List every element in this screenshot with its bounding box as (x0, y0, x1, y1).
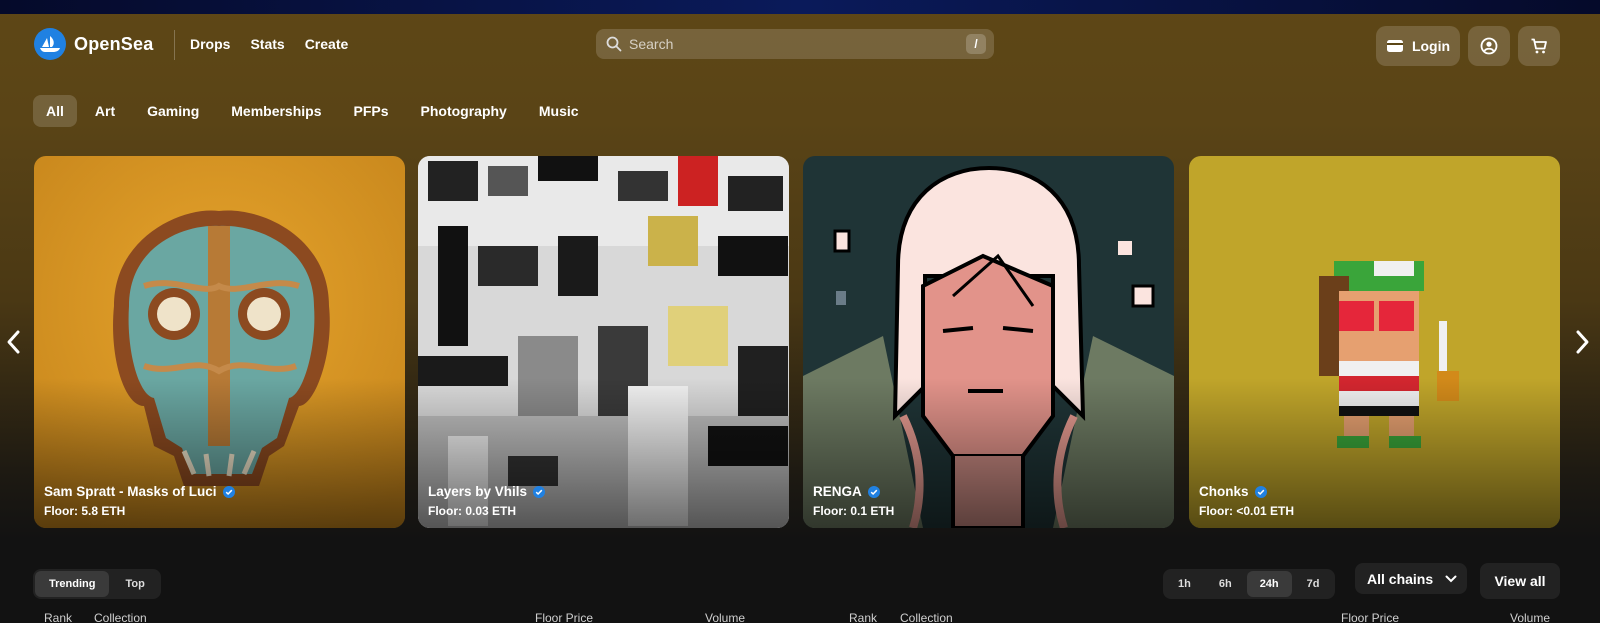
nav-create[interactable]: Create (305, 36, 349, 52)
user-icon (1480, 37, 1498, 55)
search-shortcut-key: / (966, 34, 986, 54)
header-divider (174, 30, 175, 60)
opensea-logo-icon (34, 28, 66, 60)
verified-badge-icon (533, 485, 546, 498)
collection-title: Layers by Vhils (428, 484, 546, 499)
chain-filter-dropdown[interactable]: All chains (1355, 563, 1467, 594)
featured-carousel: Sam Spratt - Masks of Luci Floor: 5.8 ET… (0, 156, 1600, 528)
featured-card[interactable]: RENGA Floor: 0.1 ETH (803, 156, 1174, 528)
chevron-down-icon (1445, 575, 1457, 582)
column-floor-price: Floor Price (535, 611, 594, 623)
featured-card[interactable]: Chonks Floor: <0.01 ETH (1189, 156, 1560, 528)
collection-name: Chonks (1199, 484, 1249, 499)
floor-price: Floor: 0.1 ETH (813, 504, 895, 518)
column-rank: Rank (849, 611, 878, 623)
category-photography[interactable]: Photography (407, 95, 521, 127)
login-button[interactable]: Login (1376, 26, 1460, 66)
time-range-tabs: 1h 6h 24h 7d (1163, 569, 1335, 599)
category-tabs: All Art Gaming Memberships PFPs Photogra… (33, 95, 593, 127)
column-floor-price: Floor Price (1341, 611, 1400, 623)
chain-filter-label: All chains (1367, 570, 1434, 587)
header: OpenSea Drops Stats Create / Login (34, 26, 1566, 66)
opensea-logo[interactable]: OpenSea (34, 28, 153, 60)
carousel-prev-chevron-icon[interactable] (4, 326, 24, 358)
cart-button[interactable] (1518, 26, 1560, 66)
collection-name: Sam Spratt - Masks of Luci (44, 484, 217, 499)
time-6h[interactable]: 6h (1206, 571, 1245, 597)
browser-top-strip (0, 0, 1600, 14)
time-24h[interactable]: 24h (1246, 571, 1292, 597)
collection-title: RENGA (813, 484, 880, 499)
category-gaming[interactable]: Gaming (133, 95, 213, 127)
collection-name: Layers by Vhils (428, 484, 528, 499)
view-all-button[interactable]: View all (1480, 563, 1560, 599)
collection-title: Chonks (1199, 484, 1267, 499)
account-button[interactable] (1468, 26, 1510, 66)
verified-badge-icon (222, 485, 235, 498)
floor-price: Floor: 5.8 ETH (44, 504, 126, 518)
search-bar[interactable]: / (596, 29, 994, 59)
nav-stats[interactable]: Stats (250, 36, 284, 52)
category-music[interactable]: Music (525, 95, 593, 127)
featured-card[interactable]: Sam Spratt - Masks of Luci Floor: 5.8 ET… (34, 156, 405, 528)
ranking-tabs: Trending Top (33, 569, 161, 599)
collection-name: RENGA (813, 484, 862, 499)
category-art[interactable]: Art (81, 95, 129, 127)
category-all[interactable]: All (33, 95, 77, 127)
column-volume: Volume (1510, 611, 1551, 623)
collection-title: Sam Spratt - Masks of Luci (44, 484, 235, 499)
time-1h[interactable]: 1h (1165, 571, 1204, 597)
column-collection: Collection (900, 611, 953, 623)
floor-price: Floor: <0.01 ETH (1199, 504, 1295, 518)
wallet-icon (1386, 40, 1403, 52)
login-label: Login (1411, 38, 1451, 54)
cart-icon (1531, 38, 1547, 54)
verified-badge-icon (1254, 485, 1267, 498)
featured-card[interactable]: Layers by Vhils Floor: 0.03 ETH (418, 156, 789, 528)
main-nav: Drops Stats Create (190, 36, 348, 52)
nav-drops[interactable]: Drops (190, 36, 230, 52)
category-memberships[interactable]: Memberships (217, 95, 335, 127)
category-pfps[interactable]: PFPs (340, 95, 403, 127)
time-7d[interactable]: 7d (1294, 571, 1333, 597)
tab-top[interactable]: Top (111, 571, 158, 597)
brand-name: OpenSea (74, 33, 154, 54)
verified-badge-icon (867, 485, 880, 498)
search-input[interactable] (629, 36, 966, 52)
search-icon (606, 36, 622, 52)
column-volume: Volume (705, 611, 746, 623)
column-rank: Rank (44, 611, 73, 623)
column-collection: Collection (94, 611, 147, 623)
carousel-next-chevron-icon[interactable] (1572, 326, 1592, 358)
tab-trending[interactable]: Trending (35, 571, 110, 597)
floor-price: Floor: 0.03 ETH (428, 504, 517, 518)
